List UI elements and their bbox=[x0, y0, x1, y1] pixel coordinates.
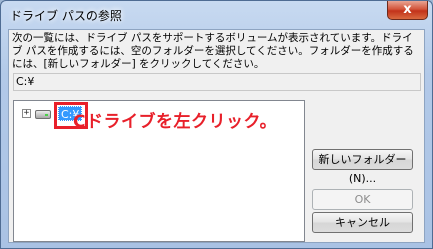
cancel-button[interactable]: キャンセル bbox=[312, 212, 413, 233]
description-text: 次の一覧には、ドライブ パスをサポートするボリュームが表示されています。ドライブ… bbox=[12, 32, 414, 70]
browse-drive-path-dialog: ドライブ パスの参照 x 次の一覧には、ドライブ パスをサポートするボリュームが… bbox=[0, 0, 433, 249]
expand-icon[interactable]: + bbox=[22, 109, 31, 118]
title-bar[interactable]: ドライブ パスの参照 x bbox=[1, 1, 432, 29]
dialog-title: ドライブ パスの参照 bbox=[10, 9, 122, 23]
close-button[interactable]: x bbox=[387, 1, 428, 20]
selected-path-field: C:¥ bbox=[13, 73, 421, 91]
annotation-text: Cドライブを左クリック。 bbox=[73, 112, 278, 132]
drive-icon bbox=[35, 110, 51, 119]
new-folder-button[interactable]: 新しいフォルダー(N)... bbox=[312, 149, 413, 185]
dialog-body: 次の一覧には、ドライブ パスをサポートするボリュームが表示されています。ドライブ… bbox=[8, 29, 425, 243]
close-icon: x bbox=[403, 2, 412, 17]
ok-button[interactable]: OK bbox=[312, 189, 413, 210]
